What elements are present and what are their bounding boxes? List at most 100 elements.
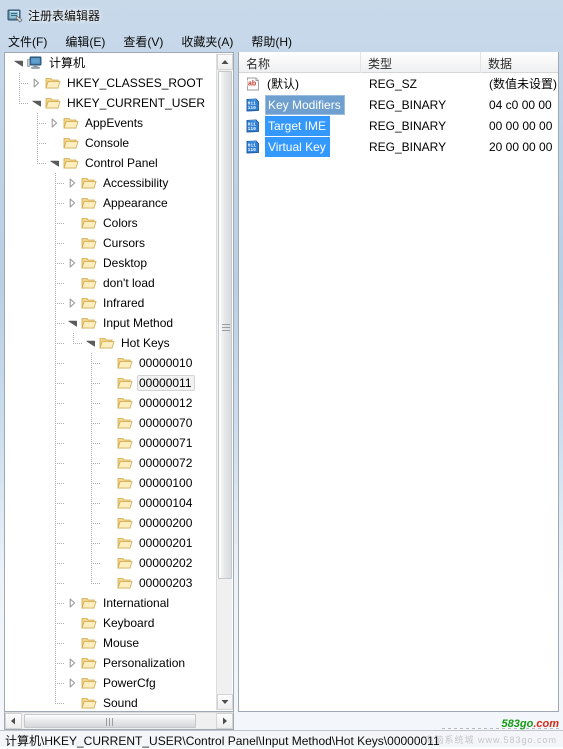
value-name-cell: Key Modifiers — [265, 94, 369, 115]
folder-icon — [81, 696, 97, 710]
tree-node[interactable]: 00000071 — [101, 433, 195, 453]
horizontal-scroll-thumb[interactable] — [24, 714, 196, 728]
tree-node-label: Keyboard — [103, 616, 155, 630]
tree-node[interactable]: 00000012 — [101, 393, 195, 413]
tree-node[interactable]: AppEvents — [47, 113, 146, 133]
folder-icon — [81, 196, 97, 210]
tree-guide-line — [37, 143, 46, 144]
chevron-right-icon[interactable] — [65, 595, 81, 611]
binary-value-icon: 011 110 — [245, 97, 261, 113]
menu-favorites[interactable]: 收藏夹(A) — [181, 31, 242, 52]
tree-node[interactable]: Desktop — [65, 253, 150, 273]
scroll-thumb[interactable] — [218, 71, 232, 579]
menu-view[interactable]: 查看(V) — [123, 31, 172, 52]
chevron-right-icon[interactable] — [65, 655, 81, 671]
tree-node-label: Cursors — [103, 236, 146, 250]
folder-icon — [81, 236, 97, 250]
value-type: REG_SZ — [369, 76, 418, 91]
value-row[interactable]: ab (默认) REG_SZ (数值未设置) — [239, 73, 558, 94]
tree-guide-line — [91, 463, 100, 464]
tree-node[interactable]: Input Method — [65, 313, 176, 333]
tree-horizontal-scrollbar[interactable] — [4, 712, 234, 730]
chevron-down-icon[interactable] — [11, 55, 27, 71]
chevron-down-icon[interactable] — [83, 335, 99, 351]
tree-node[interactable]: 00000203 — [101, 573, 195, 593]
tree-node[interactable]: International — [65, 593, 172, 613]
menu-edit[interactable]: 编辑(E) — [65, 31, 114, 52]
tree-node[interactable]: PowerCfg — [65, 673, 159, 693]
tree-node-root[interactable]: 计算机 — [11, 53, 88, 73]
tree-node[interactable]: HKEY_CLASSES_ROOT — [29, 73, 206, 93]
list-column-headers: 名称 类型 数据 — [239, 52, 558, 73]
tree-node[interactable]: Infrared — [65, 293, 147, 313]
tree-node[interactable]: 00000201 — [101, 533, 195, 553]
tree-guide-line — [55, 303, 64, 304]
column-header-data[interactable]: 数据 — [481, 52, 558, 73]
chevron-down-icon[interactable] — [47, 155, 63, 171]
scroll-down-button[interactable] — [217, 694, 233, 710]
folder-icon — [81, 656, 97, 670]
value-row[interactable]: 011 110 Key Modifiers REG_BINARY 04 c0 00 00 — [239, 94, 558, 115]
tree-node[interactable]: HKEY_CURRENT_USER — [29, 93, 208, 113]
tree-node[interactable]: 00000010 — [101, 353, 195, 373]
tree-node[interactable]: Control Panel — [47, 153, 161, 173]
chevron-right-icon[interactable] — [65, 175, 81, 191]
tree-node[interactable]: Keyboard — [65, 613, 157, 633]
chevron-right-icon[interactable] — [65, 295, 81, 311]
chevron-right-icon[interactable] — [65, 675, 81, 691]
tree-node-label: 00000104 — [139, 496, 193, 510]
registry-editor-icon — [7, 7, 23, 23]
tree-node[interactable]: Mouse — [65, 633, 142, 653]
value-row[interactable]: 011 110 Virtual Key REG_BINARY 20 00 00 00 — [239, 136, 558, 157]
folder-icon — [117, 416, 133, 430]
tree-node[interactable]: 00000202 — [101, 553, 195, 573]
menu-file[interactable]: 文件(F) — [8, 31, 56, 52]
tree-node[interactable]: Colors — [65, 213, 141, 233]
scroll-up-button[interactable] — [217, 54, 233, 70]
menu-help[interactable]: 帮助(H) — [251, 31, 301, 52]
tree-node[interactable]: 00000070 — [101, 413, 195, 433]
tree-node[interactable]: Cursors — [65, 233, 148, 253]
tree-node[interactable]: 00000100 — [101, 473, 195, 493]
chevron-down-icon[interactable] — [65, 315, 81, 331]
registry-values-list[interactable]: ab (默认) REG_SZ (数值未设置) 011 110 Key Modifiers RE… — [239, 73, 558, 157]
scroll-right-button[interactable] — [216, 713, 233, 729]
svg-text:110: 110 — [248, 147, 257, 153]
tree-node[interactable]: Console — [47, 133, 132, 153]
chevron-right-icon[interactable] — [65, 255, 81, 271]
registry-tree[interactable]: 计算机 HKEY_CLASSES_ROOT HKEY_CURRENT_USER App… — [5, 53, 217, 711]
chevron-right-icon[interactable] — [29, 75, 45, 91]
tree-node[interactable]: Appearance — [65, 193, 171, 213]
tree-node-label: Desktop — [103, 256, 148, 270]
value-data: (数值未设置) — [489, 77, 557, 91]
registry-values-pane: 名称 类型 数据 ab (默认) REG_SZ (数值未设置) 011 110 Key Mo… — [238, 52, 559, 712]
column-header-name[interactable]: 名称 — [239, 52, 361, 73]
chevron-down-icon[interactable] — [29, 95, 45, 111]
column-header-type[interactable]: 类型 — [361, 52, 481, 73]
chevron-right-icon[interactable] — [65, 195, 81, 211]
tree-node[interactable]: Personalization — [65, 653, 188, 673]
folder-icon — [117, 456, 133, 470]
tree-node[interactable]: Accessibility — [65, 173, 171, 193]
value-row[interactable]: 011 110 Target IME REG_BINARY 00 00 00 00 — [239, 115, 558, 136]
folder-icon — [81, 636, 97, 650]
tree-node-label: 00000072 — [139, 456, 193, 470]
tree-node[interactable]: Hot Keys — [83, 333, 173, 353]
scroll-left-button[interactable] — [5, 713, 22, 729]
tree-node[interactable]: Sound — [65, 693, 141, 711]
tree-node-label: 00000202 — [139, 556, 193, 570]
tree-node[interactable]: 00000200 — [101, 513, 195, 533]
tree-node[interactable]: 00000072 — [101, 453, 195, 473]
tree-node[interactable]: 00000104 — [101, 493, 195, 513]
tree-guide-line — [55, 243, 64, 244]
tree-node[interactable]: don't load — [65, 273, 158, 293]
tree-guide-line — [55, 663, 64, 664]
tree-node[interactable]: 00000011 — [101, 373, 195, 393]
chevron-right-icon[interactable] — [47, 115, 63, 131]
tree-vertical-scrollbar[interactable] — [216, 54, 233, 710]
